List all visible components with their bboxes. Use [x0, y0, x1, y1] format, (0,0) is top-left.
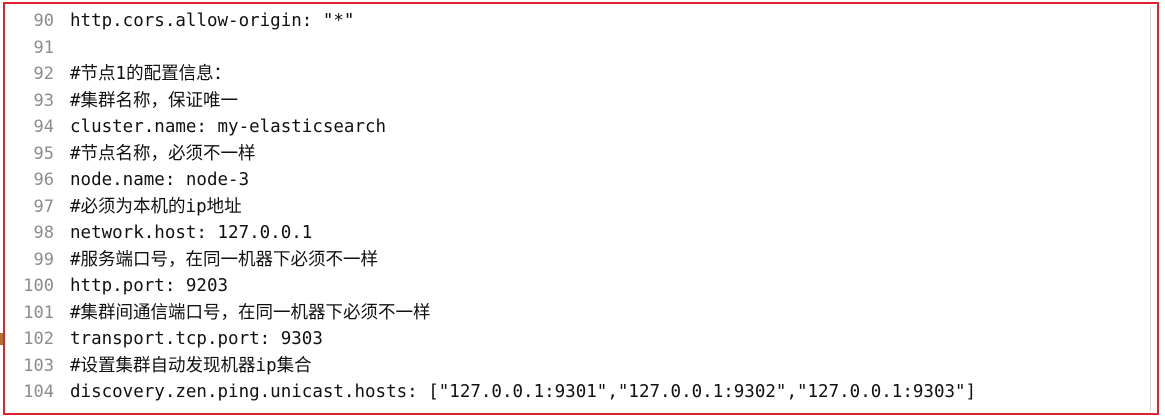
line-number: 102 [23, 329, 54, 349]
code-line: 102 transport.tcp.port: 9303 [5, 326, 1157, 353]
code-line: 97 #必须为本机的ip地址 [5, 194, 1157, 221]
code-line: 103 #设置集群自动发现机器ip集合 [5, 353, 1157, 380]
line-text[interactable]: #集群间通信端口号，在同一机器下必须不一样 [70, 300, 431, 327]
code-line: 95 #节点名称，必须不一样 [5, 141, 1157, 168]
code-line: 101 #集群间通信端口号，在同一机器下必须不一样 [5, 300, 1157, 327]
line-number: 97 [33, 196, 54, 217]
line-number: 103 [23, 355, 54, 376]
line-number: 95 [33, 143, 54, 164]
line-text[interactable]: #节点名称，必须不一样 [70, 141, 256, 168]
line-number: 93 [33, 90, 54, 111]
line-number: 98 [33, 223, 54, 243]
code-line: 100 http.port: 9203 [5, 273, 1157, 300]
line-text[interactable]: #节点1的配置信息： [70, 61, 231, 88]
line-text[interactable]: network.host: 127.0.0.1 [70, 220, 312, 247]
line-text[interactable]: transport.tcp.port: 9303 [70, 326, 323, 353]
line-text[interactable]: #必须为本机的ip地址 [70, 194, 242, 221]
line-number: 91 [33, 37, 54, 58]
code-line: 98 network.host: 127.0.0.1 [5, 220, 1157, 247]
code-editor-frame: 90 http.cors.allow-origin: "*" 91 92 #节点… [3, 2, 1159, 415]
line-text[interactable]: #集群名称，保证唯一 [70, 88, 238, 115]
line-text[interactable]: cluster.name: my-elasticsearch [70, 114, 386, 141]
line-number: 104 [23, 382, 54, 402]
line-number: 94 [33, 117, 54, 137]
code-line: 96 node.name: node-3 [5, 167, 1157, 194]
line-text[interactable]: #服务端口号，在同一机器下必须不一样 [70, 247, 378, 274]
code-line: 92 #节点1的配置信息： [5, 61, 1157, 88]
line-text[interactable]: http.cors.allow-origin: "*" [70, 8, 354, 35]
code-line: 93 #集群名称，保证唯一 [5, 88, 1157, 115]
line-number: 101 [23, 302, 54, 323]
line-number: 92 [33, 64, 54, 84]
code-line: 104 discovery.zen.ping.unicast.hosts: ["… [5, 379, 1157, 406]
line-number: 99 [33, 249, 54, 270]
line-text[interactable]: http.port: 9203 [70, 273, 228, 300]
line-number: 90 [33, 11, 54, 31]
code-line: 94 cluster.name: my-elasticsearch [5, 114, 1157, 141]
line-text[interactable]: #设置集群自动发现机器ip集合 [70, 353, 312, 380]
line-number: 96 [33, 170, 54, 190]
code-line: 90 http.cors.allow-origin: "*" [5, 8, 1157, 35]
line-text[interactable]: node.name: node-3 [70, 167, 249, 194]
code-line: 91 [5, 35, 1157, 62]
code-line: 99 #服务端口号，在同一机器下必须不一样 [5, 247, 1157, 274]
line-number: 100 [23, 276, 54, 296]
code-area[interactable]: 90 http.cors.allow-origin: "*" 91 92 #节点… [5, 8, 1157, 406]
line-text[interactable]: discovery.zen.ping.unicast.hosts: ["127.… [70, 379, 976, 406]
